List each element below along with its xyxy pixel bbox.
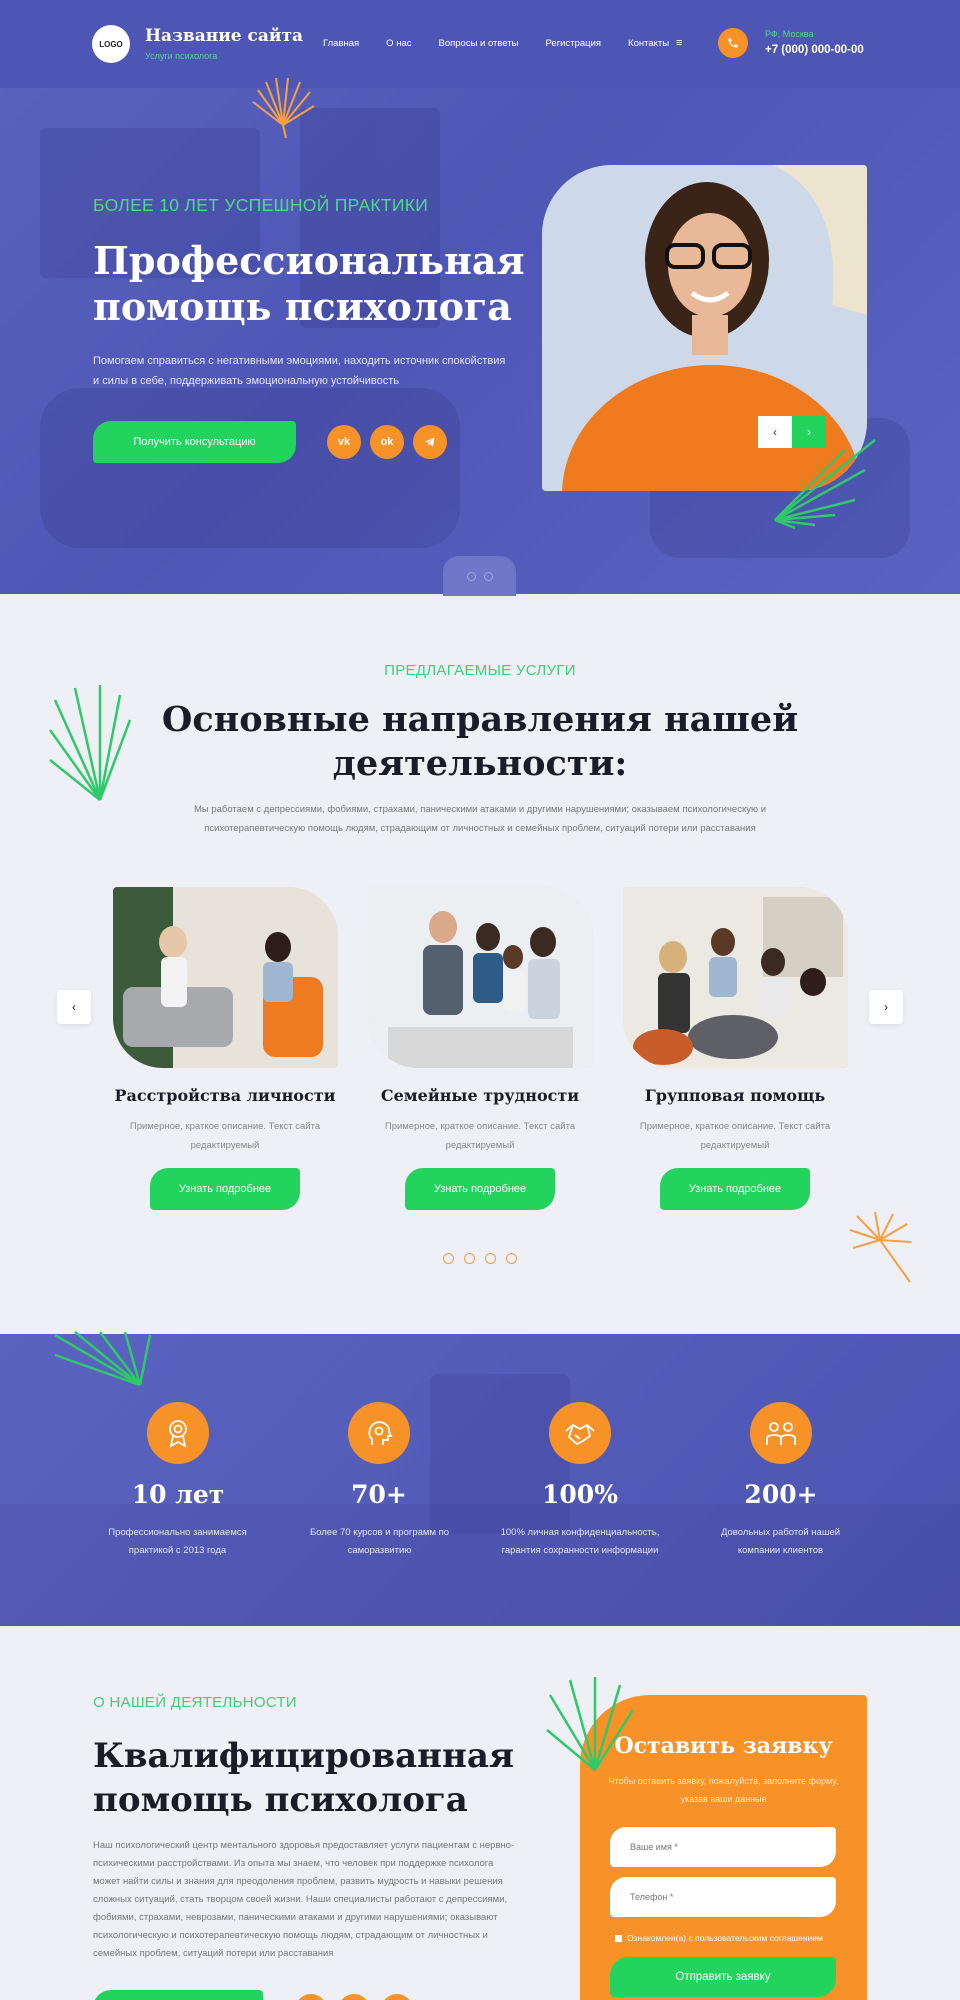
city-label: РФ, Москва bbox=[765, 29, 814, 39]
agreement-checkbox-row[interactable]: Ознакомлен(а) с пользовательским соглаше… bbox=[615, 1933, 823, 1943]
palm-leaf-decoration bbox=[849, 1211, 912, 1283]
stat-value: 100% bbox=[542, 1480, 618, 1509]
pager-dot[interactable] bbox=[443, 1253, 454, 1264]
palm-leaf-decoration bbox=[48, 685, 132, 801]
services-description: Мы работаем с депрессиями, фобиями, стра… bbox=[193, 804, 767, 834]
pager-dot[interactable] bbox=[485, 1253, 496, 1264]
stat-description: Более 70 курсов и программ по саморазвит… bbox=[309, 1527, 450, 1556]
form-subtitle: Чтобы оставить заявку, пожалуйста, запол… bbox=[608, 1776, 839, 1804]
services-title: Основные направления нашей деятельности: bbox=[161, 699, 799, 784]
phone-number[interactable]: +7 (000) 000-00-00 bbox=[765, 44, 864, 56]
pager-dot[interactable] bbox=[464, 1253, 475, 1264]
handshake-icon bbox=[549, 1402, 611, 1464]
stat-description: Довольных работой нашей компании клиенто… bbox=[720, 1527, 841, 1556]
services-kicker: ПРЕДЛАГАЕМЫЕ УСЛУГИ bbox=[384, 662, 576, 679]
stat-description: Профессионально занимаемся практикой с 2… bbox=[108, 1527, 247, 1556]
hero-dot[interactable] bbox=[483, 571, 493, 581]
menu-icon[interactable]: ≡ bbox=[676, 37, 682, 49]
consultation-button[interactable]: Получить консультацию bbox=[93, 421, 296, 463]
service-title: Расстройства личности bbox=[114, 1086, 336, 1105]
group-people-icon bbox=[750, 1402, 812, 1464]
hero-pagination bbox=[443, 556, 516, 596]
services-next-button[interactable]: › bbox=[869, 990, 903, 1024]
service-image-group bbox=[623, 887, 848, 1068]
site-name[interactable]: Название сайта bbox=[145, 26, 303, 46]
odnoklassniki-icon[interactable]: ok bbox=[370, 425, 404, 459]
stat-description: 100% личная конфиденциальность, гарантия… bbox=[500, 1527, 660, 1556]
service-image-personality bbox=[113, 887, 338, 1068]
service-title: Групповая помощь bbox=[644, 1086, 826, 1105]
learn-more-button[interactable]: Узнать подробнее bbox=[150, 1168, 300, 1210]
service-description: Примерное, краткое описание. Текст сайта… bbox=[129, 1121, 321, 1151]
head-gears-icon bbox=[348, 1402, 410, 1464]
about-kicker: О НАШЕЙ ДЕЯТЕЛЬНОСТИ bbox=[93, 1694, 298, 1711]
site-subtitle: Услуги психолога bbox=[145, 51, 218, 61]
about-title: Квалифицированная помощь психолога bbox=[93, 1736, 515, 1820]
nav-item-faq[interactable]: Вопросы и ответы bbox=[438, 38, 518, 49]
nav-item-about[interactable]: О нас bbox=[386, 38, 411, 49]
nav-item-home[interactable]: Главная bbox=[323, 38, 359, 49]
palm-leaf-decoration bbox=[54, 1331, 152, 1387]
about-button[interactable] bbox=[93, 1990, 263, 2000]
phone-field[interactable] bbox=[610, 1877, 836, 1917]
phone-icon[interactable] bbox=[718, 28, 748, 58]
stat-value: 10 лет bbox=[131, 1480, 225, 1509]
name-field[interactable] bbox=[610, 1827, 836, 1867]
telegram-icon[interactable] bbox=[413, 425, 447, 459]
nav-item-registration[interactable]: Регистрация bbox=[546, 38, 602, 49]
pager-dot[interactable] bbox=[506, 1253, 517, 1264]
palm-leaf-decoration bbox=[252, 77, 315, 139]
nav-item-contacts[interactable]: Контакты bbox=[628, 38, 669, 49]
stat-value: 70+ bbox=[351, 1480, 407, 1509]
service-description: Примерное, краткое описание. Текст сайта… bbox=[384, 1121, 576, 1151]
submit-request-button[interactable]: Отправить заявку bbox=[610, 1957, 836, 1997]
hero-description: Помогаем справиться с негативными эмоция… bbox=[93, 355, 506, 387]
service-description: Примерное, краткое описание. Текст сайта… bbox=[639, 1121, 831, 1151]
hero-title: Профессиональная помощь психолога bbox=[93, 238, 525, 329]
site-header: LOGO Название сайта Услуги психолога Гла… bbox=[0, 0, 960, 88]
palm-leaf-decoration bbox=[774, 439, 876, 530]
service-image-family bbox=[368, 887, 593, 1068]
main-nav: Главная О нас Вопросы и ответы Регистрац… bbox=[323, 38, 696, 49]
social-icon[interactable] bbox=[295, 1994, 327, 2000]
agreement-checkbox[interactable] bbox=[615, 1934, 622, 1942]
palm-leaf-decoration bbox=[546, 1677, 635, 1771]
award-medal-icon bbox=[147, 1402, 209, 1464]
social-icon[interactable] bbox=[338, 1994, 370, 2000]
social-icon[interactable] bbox=[381, 1994, 413, 2000]
agreement-label: Ознакомлен(а) с пользовательским соглаше… bbox=[627, 1933, 823, 1943]
services-pagination bbox=[443, 1253, 517, 1264]
service-title: Семейные трудности bbox=[380, 1086, 580, 1105]
learn-more-button[interactable]: Узнать подробнее bbox=[405, 1168, 555, 1210]
hero-kicker: БОЛЕЕ 10 ЛЕТ УСПЕШНОЙ ПРАКТИКИ bbox=[93, 195, 429, 215]
hero-dot[interactable] bbox=[466, 571, 476, 581]
learn-more-button[interactable]: Узнать подробнее bbox=[660, 1168, 810, 1210]
logo[interactable]: LOGO bbox=[92, 25, 130, 63]
services-prev-button[interactable]: ‹ bbox=[57, 990, 91, 1024]
stat-value: 200+ bbox=[744, 1480, 818, 1509]
vk-icon[interactable]: vk bbox=[327, 425, 361, 459]
about-description: Наш психологический центр ментального зд… bbox=[93, 1840, 515, 1959]
form-title: Оставить заявку bbox=[614, 1733, 833, 1759]
